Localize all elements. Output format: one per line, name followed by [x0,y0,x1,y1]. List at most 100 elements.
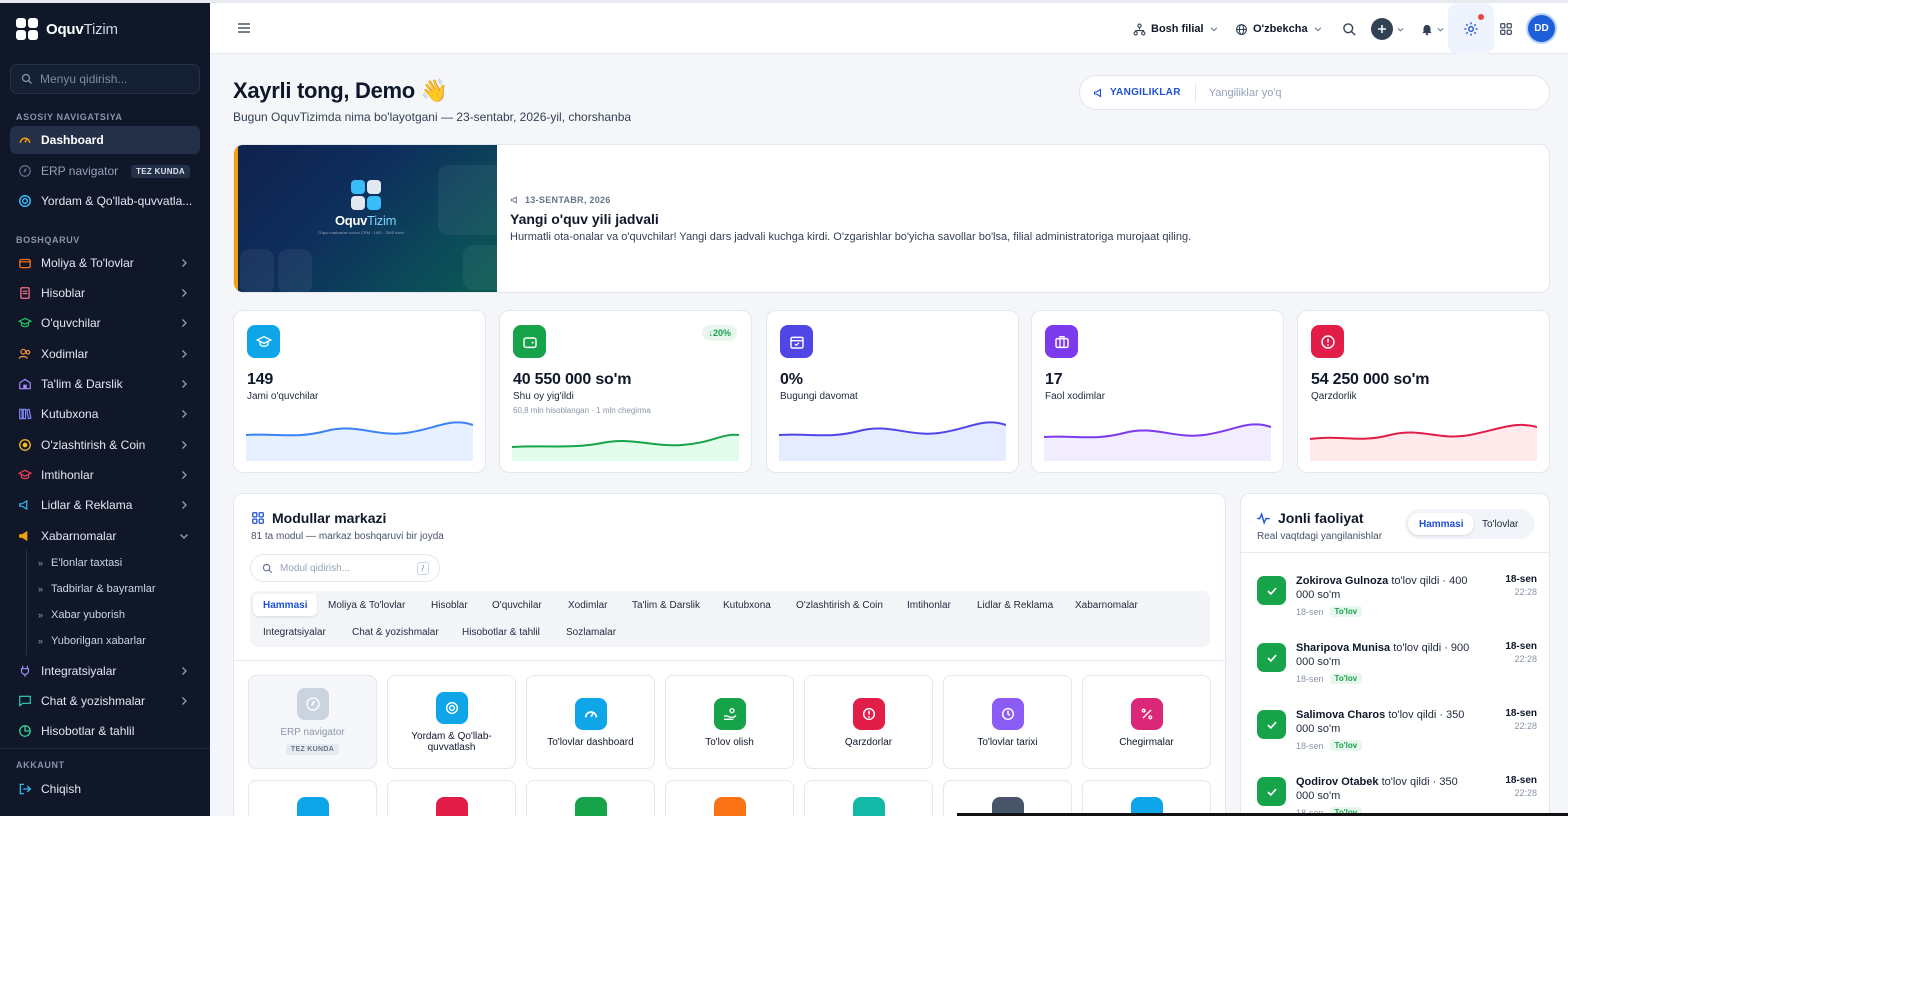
tab-notifications[interactable]: Xabarnomalar [1065,594,1148,616]
sidebar-item-reports[interactable]: Hisobotlar & tahlil [10,717,200,745]
coming-soon-badge: TEZ KUNDA [131,165,190,178]
list-item[interactable]: Qodirov Otabek to'lov qildi · 350 000 so… [1257,775,1537,816]
stat-card-revenue[interactable]: ↓20% 40 550 000 so'm Shu oy yig'ildi 60,… [499,310,752,473]
branch-selector[interactable]: Bosh filial [1133,16,1219,42]
sidebar-item-help[interactable]: Yordam & Qo'llab-quvvatla... [10,187,200,215]
brand[interactable]: OquvTizim [16,17,118,41]
stat-value: 17 [1045,371,1063,388]
module-card[interactable] [943,780,1072,816]
list-item[interactable]: Zokirova Gulnoza to'lov qildi · 400 000 … [1257,574,1537,634]
activity-time: 22:28 [1514,654,1537,664]
stat-card-attendance[interactable]: 0% Bugungi davomat [766,310,1019,473]
tab-accounts[interactable]: Hisoblar [421,594,478,616]
module-card-payments-dashboard[interactable]: To'lovlar dashboard [526,675,655,769]
tab-staff[interactable]: Xodimlar [558,594,617,616]
sidebar-item-education[interactable]: Ta'lim & Darslik [10,370,200,398]
module-search[interactable]: / [250,554,440,582]
sidebar-item-label: O'zlashtirish & Coin [41,438,146,452]
submenu-item-board[interactable]: » E'lonlar taxtasi [38,557,122,569]
module-card-help[interactable]: Yordam & Qo'llab-quvvatlash [387,675,516,769]
apps-button[interactable] [1491,14,1521,44]
search-button[interactable] [1334,14,1364,44]
branch-icon [1133,23,1146,35]
module-card-debtors[interactable]: Qarzdorlar [804,675,933,769]
sidebar-item-logout[interactable]: Chiqish [10,775,200,803]
sidebar-item-chat[interactable]: Chat & yozishmalar [10,687,200,715]
module-card-receive-payment[interactable]: To'lov olish [665,675,794,769]
tab-exams[interactable]: Imtihonlar [897,594,961,616]
submenu-item-sent[interactable]: » Yuborilgan xabarlar [38,635,146,647]
module-card[interactable] [387,780,516,816]
tab-reports[interactable]: Hisobotlar & tahlil [452,621,550,643]
tab-education[interactable]: Ta'lim & Darslik [622,594,710,616]
settings-button[interactable] [1448,3,1494,54]
sparkline [512,433,739,461]
menu-icon[interactable] [236,20,252,36]
grid-icon [252,512,264,524]
module-card[interactable] [248,780,377,816]
sidebar-item-integrations[interactable]: Integratsiyalar [10,657,200,685]
tab-chat[interactable]: Chat & yozishmalar [342,621,449,643]
sidebar-divider [0,748,210,749]
stat-card-staff[interactable]: 17 Faol xodimlar [1031,310,1284,473]
menu-search-input[interactable] [40,72,190,86]
chat-icon [18,694,32,708]
user-avatar[interactable]: DD [1526,13,1557,44]
ticket-icon [852,797,885,816]
sidebar-item-leads[interactable]: Lidlar & Reklama [10,491,200,519]
tab-all[interactable]: Hammasi [253,594,318,616]
module-search-input[interactable] [280,562,405,574]
tab-settings[interactable]: Sozlamalar [556,621,626,643]
sidebar-item-coin[interactable]: O'zlashtirish & Coin [10,431,200,459]
sidebar-item-erp[interactable]: ERP navigator TEZ KUNDA [10,157,200,185]
module-card[interactable] [665,780,794,816]
module-card-payment-history[interactable]: To'lovlar tarixi [943,675,1072,769]
tab-leads[interactable]: Lidlar & Reklama [967,594,1063,616]
sidebar-item-finance[interactable]: Moliya & To'lovlar [10,249,200,277]
shortcut-key: / [416,562,429,575]
submenu-item-events[interactable]: » Tadbirlar & bayramlar [38,583,156,595]
tab-integrations[interactable]: Integratsiyalar [253,621,336,643]
stat-card-debt[interactable]: 54 250 000 so'm Qarzdorlik [1297,310,1550,473]
sidebar-item-staff[interactable]: Xodimlar [10,340,200,368]
list-item[interactable]: Sharipova Munisa to'lov qildi · 900 000 … [1257,641,1537,701]
alert-icon [1311,325,1344,358]
tab-students[interactable]: O'quvchilar [482,594,552,616]
sidebar-item-accounts[interactable]: Hisoblar [10,279,200,307]
activity-subtitle: Real vaqtdagi yangilanishlar [1257,531,1383,542]
section-label-account: AKKAUNT [16,760,65,770]
sidebar-item-notifications[interactable]: Xabarnomalar [10,522,200,550]
megaphone-icon [510,196,517,204]
tab-coin[interactable]: O'zlashtirish & Coin [786,594,893,616]
news-ticker[interactable]: YANGILIKLAR Yangiliklar yo'q [1079,75,1550,110]
menu-search[interactable] [10,64,200,94]
chevron-down-icon [180,534,188,539]
page-title: Xayrli tong, Demo 👋 [233,78,448,103]
module-card[interactable] [1082,780,1211,816]
announcement-text: Hurmatli ota-onalar va o'quvchilar! Yang… [510,231,1192,243]
module-card[interactable] [804,780,933,816]
tab-finance[interactable]: Moliya & To'lovlar [318,594,415,616]
payment-tag: To'lov [1329,606,1363,617]
globe-icon [1236,23,1247,35]
tab-library[interactable]: Kutubxona [713,594,781,616]
sidebar-item-library[interactable]: Kutubxona [10,400,200,428]
list-item[interactable]: Salimova Charos to'lov qildi · 350 000 s… [1257,708,1537,768]
sidebar-item-students[interactable]: O'quvchilar [10,309,200,337]
filter-payments[interactable]: To'lovlar [1471,513,1529,535]
sidebar-item-dashboard[interactable]: Dashboard [10,126,200,154]
announcement-banner[interactable]: OquvTizim O'quv markazlari uchun CRM · L… [233,144,1550,293]
module-card[interactable] [526,780,655,816]
filter-all[interactable]: Hammasi [1408,513,1475,535]
submenu-item-send[interactable]: » Xabar yuborish [38,609,125,621]
notifications-button[interactable] [1416,14,1448,44]
branch-label: Bosh filial [1151,23,1204,35]
module-card-erp[interactable]: ERP navigator TEZ KUNDA [248,675,377,769]
stat-label: Bugungi davomat [780,391,858,402]
language-selector[interactable]: O'zbekcha [1235,16,1323,42]
brand-name: OquvTizim [46,20,118,38]
stat-card-students[interactable]: 149 Jami o'quvchilar [233,310,486,473]
add-button[interactable] [1368,14,1408,44]
module-card-discounts[interactable]: Chegirmalar [1082,675,1211,769]
sidebar-item-exams[interactable]: Imtihonlar [10,461,200,489]
